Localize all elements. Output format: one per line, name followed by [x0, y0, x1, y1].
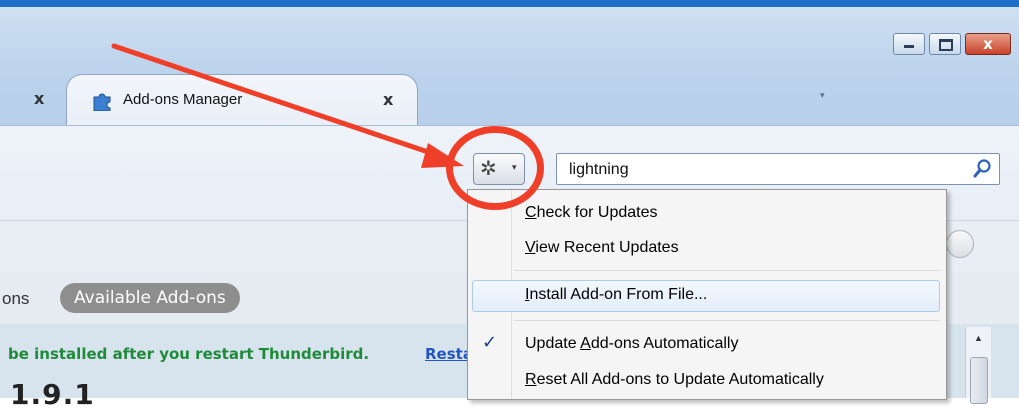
- menu-separator: [514, 320, 940, 321]
- puzzle-piece-icon: [91, 89, 115, 115]
- search-icon[interactable]: [973, 158, 993, 182]
- tab-close-icon[interactable]: x: [383, 90, 393, 109]
- menu-item-label: Install Add-on From File...: [525, 286, 708, 303]
- maximize-icon: [939, 39, 953, 51]
- search-field[interactable]: [556, 153, 1000, 185]
- menu-item-label: Reset All Add-ons to Update Automaticall…: [525, 371, 824, 388]
- menu-item-view-recent-updates[interactable]: View Recent Updates: [468, 232, 946, 266]
- close-window-button[interactable]: x: [965, 33, 1011, 55]
- close-icon: x: [983, 35, 993, 53]
- checkmark-icon: ✓: [482, 332, 498, 353]
- search-input[interactable]: [567, 158, 961, 182]
- tab-list-dropdown-icon[interactable]: ▾: [820, 90, 825, 101]
- round-button[interactable]: [946, 230, 974, 258]
- menu-separator: [514, 270, 940, 271]
- scroll-up-icon[interactable]: ▲: [966, 327, 991, 349]
- tab-available-addons[interactable]: Available Add-ons: [60, 283, 240, 313]
- scroll-thumb[interactable]: [970, 357, 988, 404]
- annotation-circle: [446, 126, 544, 210]
- menu-item-check-updates[interactable]: Check for Updates: [468, 197, 946, 231]
- minimize-button[interactable]: [893, 33, 925, 55]
- addon-version: 1.9.1: [10, 378, 95, 411]
- tab-close-icon[interactable]: x: [34, 89, 44, 108]
- tab-installed-fragment[interactable]: ons: [2, 289, 29, 309]
- tools-menu: Check for Updates View Recent Updates In…: [467, 189, 947, 400]
- menu-item-update-automatically[interactable]: ✓ Update Add-ons Automatically: [468, 328, 946, 362]
- tab-title: Add-ons Manager: [123, 91, 243, 108]
- maximize-button[interactable]: [929, 33, 961, 55]
- menu-item-reset-update-automatically[interactable]: Reset All Add-ons to Update Automaticall…: [468, 364, 946, 398]
- restart-link[interactable]: Resta: [425, 345, 473, 363]
- minimize-icon: [904, 45, 914, 48]
- restart-notice: be installed after you restart Thunderbi…: [8, 345, 370, 363]
- window-controls: x: [893, 33, 1011, 55]
- tab-addons-manager[interactable]: Add-ons Manager x: [66, 74, 418, 127]
- scrollbar[interactable]: ▲: [965, 327, 991, 404]
- window-top-border: [0, 0, 1019, 7]
- menu-item-install-from-file[interactable]: Install Add-on From File...: [468, 279, 946, 313]
- menu-item-label: Update Add-ons Automatically: [525, 335, 739, 352]
- menu-item-label: Check for Updates: [525, 204, 658, 221]
- menu-item-label: View Recent Updates: [525, 239, 679, 256]
